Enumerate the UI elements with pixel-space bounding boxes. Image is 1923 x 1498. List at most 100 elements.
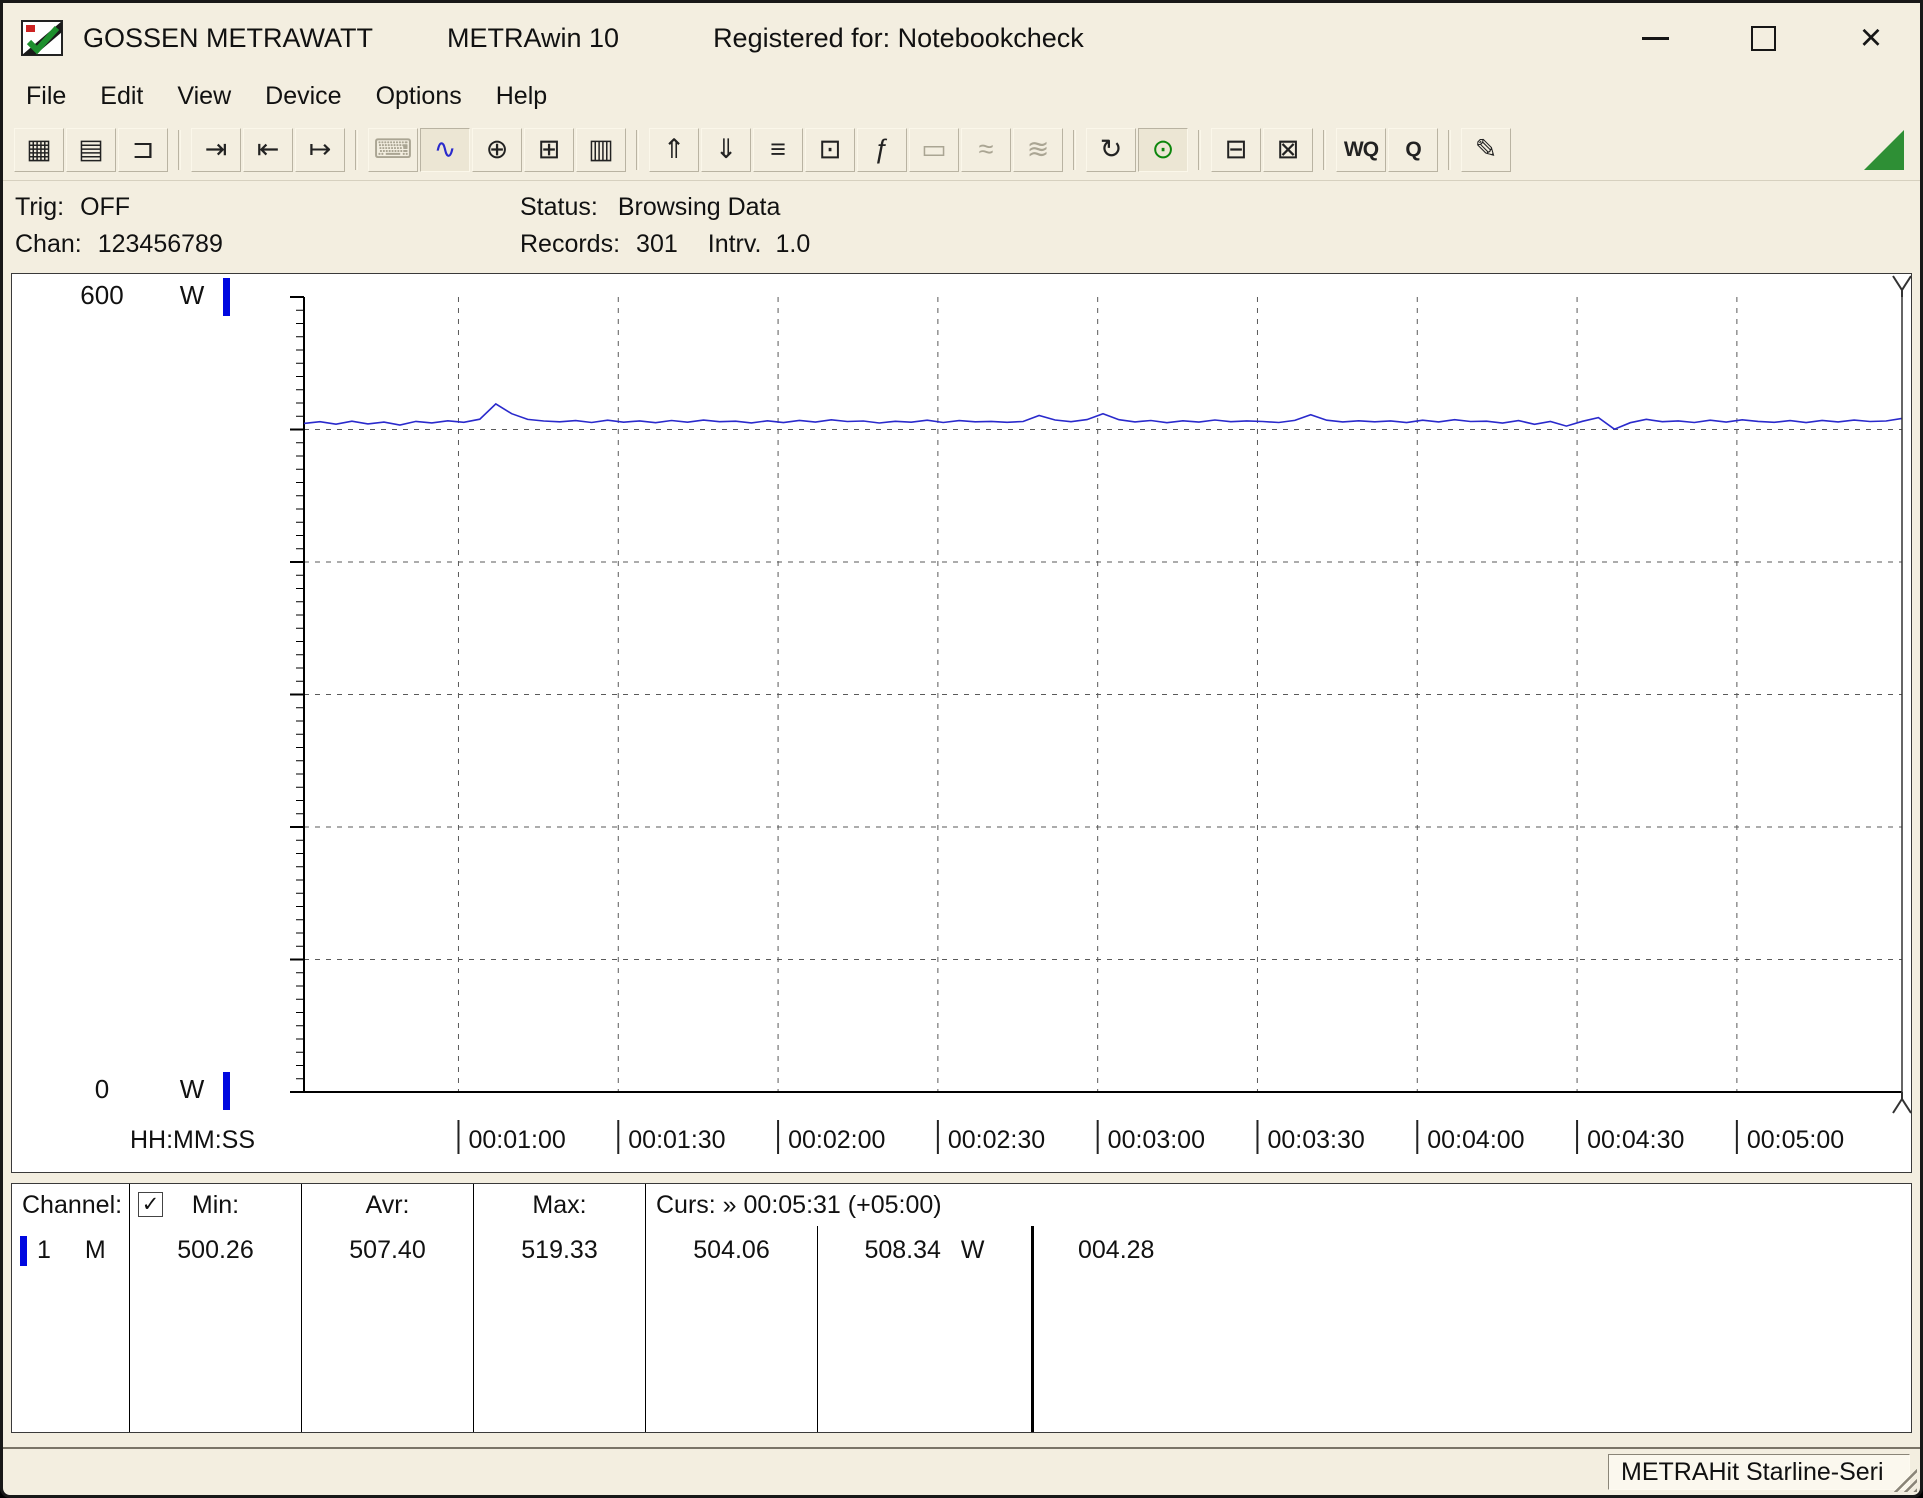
cell-channel: 1 M [12,1226,130,1432]
chan-value: 123456789 [97,230,223,258]
header-channel: Channel: [12,1184,130,1226]
function-button[interactable]: ƒ [857,127,907,172]
cell-min: 500.26 [130,1226,302,1432]
app-logo-icon [21,20,63,56]
menu-item-edit[interactable]: Edit [83,77,160,116]
wave-low-button: ≈ [961,127,1011,172]
device-name-box: METRAHit Starline-Seri [1608,1454,1910,1490]
minimize-button[interactable] [1632,15,1678,61]
svg-text:00:01:00: 00:01:00 [468,1126,565,1154]
header-min-label: Min: [191,1190,240,1219]
interval-label: Intrv. [707,230,762,258]
svg-text:00:02:00: 00:02:00 [788,1126,885,1154]
channel-status: Chan: 123456789 [15,230,520,259]
minimize-icon [1641,36,1669,40]
toolbar-separator [636,129,639,170]
records-status: Records: 301 Intrv. 1.0 [520,230,1920,259]
data-table-button[interactable]: ⊞ [524,127,574,172]
import-data-button[interactable]: ⇤ [243,127,293,172]
channel-mode: M [84,1236,106,1264]
svg-text:00:04:30: 00:04:30 [1587,1126,1684,1154]
channel-color-marker-bottom [223,1072,230,1110]
trend-chart[interactable]: 00:01:00 00:01:30 00:02:00 00:02:30 00:03:00… [12,274,1911,1172]
window-controls: × [1632,15,1894,61]
save-button[interactable]: ▦ [14,127,64,172]
cursor-b-unit: W [960,1236,985,1264]
maximize-icon [1750,25,1776,51]
close-icon: × [1859,17,1883,59]
svg-text:HH:MM:SS: HH:MM:SS [130,1126,255,1154]
svg-text:00:04:00: 00:04:00 [1427,1126,1524,1154]
menu-item-device[interactable]: Device [248,77,358,116]
alarm-button[interactable]: ⊙ [1138,127,1188,172]
toolbar-separator [1073,129,1076,170]
export-data-button[interactable]: ⇥ [191,127,241,172]
table-row: 1 M 500.26 507.40 519.33 504.06 508.34 W… [12,1226,1911,1432]
header-avr: Avr: [302,1184,474,1226]
zoom-in-button[interactable]: Q [1388,127,1438,172]
svg-text:00:03:00: 00:03:00 [1108,1126,1205,1154]
svg-text:00:02:30: 00:02:30 [948,1126,1045,1154]
cell-cursor-a: 504.06 [646,1226,818,1432]
device-name: METRAHit Starline-Seri [1621,1457,1884,1486]
channel-color-marker-top [223,278,230,316]
trend-graph-button[interactable]: ∿ [420,127,470,172]
toolbar-separator [1448,129,1451,170]
transfer-down-button[interactable]: ⇓ [701,127,751,172]
header-max: Max: [474,1184,646,1226]
time-history-button[interactable]: ↻ [1086,127,1136,172]
menu-item-options[interactable]: Options [359,77,479,116]
svg-text:00:05:00: 00:05:00 [1747,1126,1844,1154]
toolbar-separator [355,129,358,170]
table-header-row: Channel: ✓ Min: Avr: Max: Curs: » 00:05:… [12,1184,1911,1226]
brand-text: GOSSEN METRAWATT [83,22,373,53]
open-button[interactable]: ⊐ [118,127,168,172]
trig-value: OFF [80,193,131,221]
statusbar: METRAHit Starline-Seri [3,1447,1920,1495]
records-value: 301 [636,230,678,258]
export-device-button[interactable]: ↦ [295,127,345,172]
svg-text:00:03:30: 00:03:30 [1267,1126,1364,1154]
save-as-button[interactable]: ▤ [66,127,116,172]
toolbar-separator [1323,129,1326,170]
status-label: Status: [520,193,598,221]
toolbar: ▦ ▤ ⊐ ⇥ ⇤ ↦ ⌨ ∿ ⊕ ⊞ ▥ ⇑ ⇓ ≡ ⊡ ƒ ▭ ≈ ≋ ↻ … [3,119,1920,181]
interval-value: 1.0 [775,230,811,258]
histogram-button[interactable]: ▥ [576,127,626,172]
record-list-button[interactable]: ≡ [753,127,803,172]
device-display-button: ▭ [909,127,959,172]
svg-text:00:01:30: 00:01:30 [628,1126,725,1154]
close-button[interactable]: × [1848,15,1894,61]
maximize-button[interactable] [1740,15,1786,61]
channel-color-icon [20,1236,27,1266]
header-cursor: Curs: » 00:05:31 (+05:00) [656,1190,942,1219]
toolbar-separator [178,129,181,170]
menu-item-file[interactable]: File [9,77,83,116]
browse-status: Status: Browsing Data [520,193,1920,222]
cell-max: 519.33 [474,1226,646,1432]
transfer-up-button[interactable]: ⇑ [649,127,699,172]
monitor-button[interactable]: ⊡ [805,127,855,172]
menu-item-help[interactable]: Help [479,77,564,116]
trend-chart-panel: 00:01:00 00:01:30 00:02:00 00:02:30 00:03:00… [11,273,1912,1173]
y-axis-min-label: 0 [94,1074,110,1104]
registered-text: Registered for: Notebookcheck [713,22,1084,53]
y-axis-max-label: 600 [80,280,124,310]
cursor-b-value: 508.34 [864,1236,941,1264]
menu-item-view[interactable]: View [160,77,248,116]
print-preview-button[interactable]: ⊟ [1211,127,1261,172]
header-min: ✓ Min: [130,1184,302,1226]
app-title: METRAwin 10 [447,22,620,53]
channel-data-table: Channel: ✓ Min: Avr: Max: Curs: » 00:05:… [11,1183,1912,1433]
titlebar: GOSSEN METRAWATT METRAwin 10 Registered … [3,3,1920,73]
print-button[interactable]: ⊠ [1263,127,1313,172]
channel-visibility-checkbox[interactable]: ✓ [138,1192,163,1217]
menubar: File Edit View Device Options Help [3,73,1920,119]
zoom-out-button[interactable]: WQ [1336,127,1386,172]
channel-number: 1 [37,1236,51,1264]
trigger-status: Trig: OFF [15,193,520,222]
notes-button[interactable]: ✎ [1461,127,1511,172]
wave-high-button: ≋ [1013,127,1063,172]
crosshair-button[interactable]: ⊕ [472,127,522,172]
y-axis-unit-bottom: W [179,1074,205,1104]
